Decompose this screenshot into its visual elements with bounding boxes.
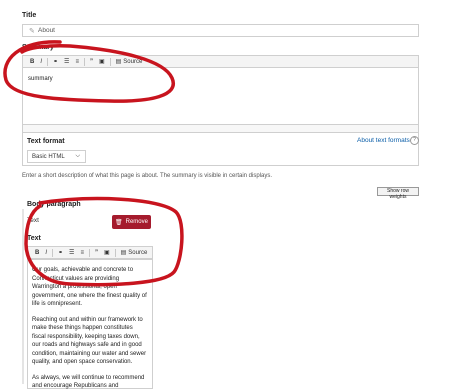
summary-annotation-loop (3, 40, 176, 103)
annotation-scribbles (3, 40, 184, 287)
body-annotation-loop (24, 196, 184, 287)
